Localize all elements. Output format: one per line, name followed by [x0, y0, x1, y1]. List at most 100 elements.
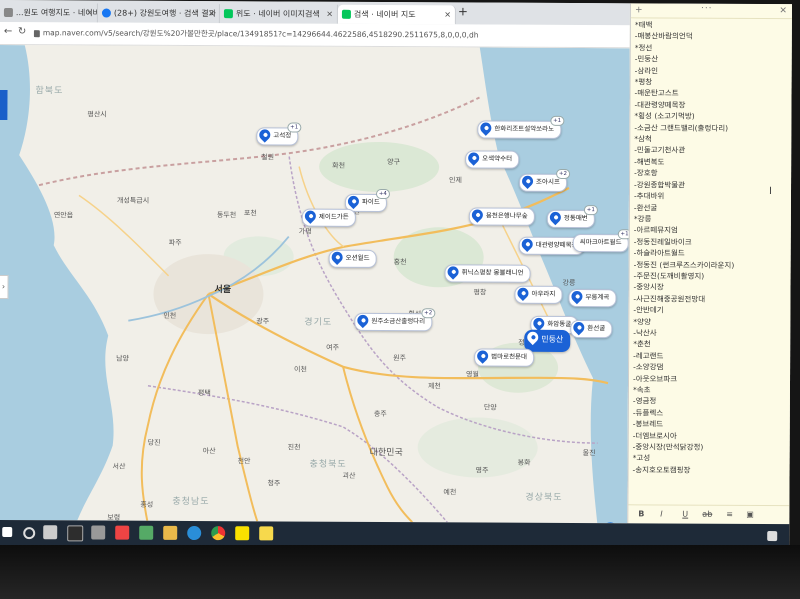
- map-label: 홍성: [140, 500, 154, 509]
- browser-tab-3[interactable]: 위도 · 네이버 이미지검색 ✕: [219, 4, 338, 24]
- location-pin-icon: [469, 207, 486, 223]
- note-line: -아르떼뮤지엄: [633, 225, 678, 235]
- pin-label: 조아시프: [536, 177, 560, 186]
- tab-close-icon[interactable]: ✕: [86, 3, 93, 22]
- map-pin-selected[interactable]: 민둥산: [524, 329, 571, 352]
- map-label: 울진: [582, 449, 596, 458]
- map-pin[interactable]: 정동매번 +1: [546, 205, 598, 229]
- map-pin[interactable]: 한화리조트설악쏘라노 +1: [477, 115, 565, 139]
- map-pin[interactable]: 오션월드: [328, 249, 377, 268]
- map-label: 원주: [393, 354, 407, 363]
- note-line: -장호항: [634, 168, 658, 178]
- note-line: -소금산 그랜드밸리(출렁다리): [634, 122, 729, 133]
- note-line: -정동진레일바이크: [633, 237, 692, 247]
- back-icon[interactable]: ←: [4, 26, 12, 37]
- location-pin-icon: [302, 208, 319, 224]
- note-line: -삼라인: [634, 65, 659, 76]
- map-pin[interactable]: 환선굴: [570, 319, 613, 339]
- more-options-icon[interactable]: ···: [701, 2, 713, 16]
- tab-close-icon[interactable]: ✕: [208, 4, 215, 23]
- map-label: 포천: [243, 209, 257, 218]
- map-label: 충주: [373, 409, 387, 419]
- map-label: 평택: [197, 389, 211, 398]
- map-pin[interactable]: 제이드가든: [301, 208, 356, 227]
- browser-tab-1[interactable]: ...원도 여행지도 · 네이버 이미지 ✕: [0, 2, 98, 23]
- file-explorer-icon[interactable]: [163, 525, 178, 540]
- url-field[interactable]: map.naver.com/v5/search/강원도%20가볼만한곳/plac…: [33, 26, 624, 43]
- map-label: 광주: [256, 317, 270, 326]
- app-icon[interactable]: [139, 525, 154, 540]
- tab-close-icon[interactable]: ✕: [326, 5, 333, 24]
- pin-label: 환선굴: [587, 324, 606, 333]
- app-icon[interactable]: [115, 525, 130, 540]
- location-pin-icon: [474, 348, 491, 364]
- map-label: 화천: [332, 161, 346, 170]
- map-label: 경상북도: [525, 492, 563, 503]
- add-note-icon[interactable]: +: [635, 3, 643, 17]
- new-tab-button[interactable]: +: [458, 4, 468, 18]
- panel-expand-button[interactable]: ›: [0, 274, 9, 300]
- note-line: *정선: [634, 43, 653, 53]
- kakaotalk-icon[interactable]: [235, 526, 250, 541]
- search-icon[interactable]: [23, 527, 36, 540]
- map-label: 철원: [261, 153, 275, 162]
- pin-label: 아우라지: [531, 289, 556, 298]
- map-pin[interactable]: 원주소금산출렁다리 +2: [354, 308, 436, 332]
- map-pin[interactable]: 무릉계곡: [568, 288, 617, 308]
- sticky-notes-icon[interactable]: [259, 526, 274, 541]
- location-pin-icon: [345, 193, 362, 210]
- location-pin-icon: [445, 264, 461, 280]
- map-label: 연안읍: [53, 211, 74, 220]
- tab-close-icon[interactable]: ✕: [444, 5, 451, 24]
- app-icon[interactable]: [91, 525, 106, 540]
- bold-button[interactable]: B: [638, 505, 644, 523]
- browser-tab-active[interactable]: 검색 · 네이버 지도 ✕: [337, 4, 456, 25]
- bullet-list-button[interactable]: ≡: [726, 506, 733, 524]
- map-label: 개성특급시: [116, 196, 150, 205]
- map-label: 남양: [116, 354, 130, 363]
- pin-label: 화암동굴: [547, 319, 572, 328]
- map-pin[interactable]: 고석정 +1: [256, 122, 302, 146]
- naver-map[interactable]: › 함북도 평산시 개성특급시 연안읍 철원 화천 양구 인제 동두천 포천 가…: [0, 44, 630, 524]
- note-line: -환선굴: [633, 202, 658, 212]
- note-line: -중앙시장: [633, 282, 664, 292]
- camera-icon[interactable]: [67, 525, 84, 542]
- map-label: 이천: [294, 365, 307, 374]
- pin-count-badge: +1: [583, 205, 598, 216]
- pin-label: 제이드가든: [318, 212, 349, 221]
- note-line: -송지호오토캠핑장: [632, 465, 691, 475]
- windows-start-icon[interactable]: [2, 527, 13, 538]
- map-pin[interactable]: 조아시프 +2: [519, 168, 571, 192]
- reload-icon[interactable]: ↻: [18, 26, 26, 37]
- map-label: 여주: [326, 343, 340, 352]
- map-pin[interactable]: 아우라지: [514, 285, 563, 304]
- notification-icon[interactable]: [767, 531, 778, 542]
- location-pin-icon: [465, 150, 482, 166]
- map-label: 단양: [483, 403, 497, 412]
- strikethrough-button[interactable]: ab: [702, 506, 712, 524]
- map-label: 강릉: [562, 278, 576, 288]
- edge-icon[interactable]: [187, 525, 202, 541]
- map-pin[interactable]: 휘닉스평창 몽블래니언: [444, 264, 531, 283]
- map-pin[interactable]: 씨마크아트월드 +1: [572, 229, 630, 253]
- pin-label: 오색약수터: [482, 154, 513, 163]
- close-icon[interactable]: ✕: [779, 4, 787, 18]
- sticky-note-window[interactable]: + ··· ✕ *태백 -매봉산바람의언덕 *정선 -민둥산 -삼라인 *평창 -매운탄고스…: [627, 2, 792, 525]
- italic-button[interactable]: I: [660, 505, 662, 523]
- location-pin-icon: [519, 173, 536, 190]
- map-label: 충청남도: [172, 496, 210, 508]
- map-pin[interactable]: 용천은행나무숲: [468, 207, 535, 226]
- map-side-panel-tab[interactable]: [0, 89, 8, 121]
- sticky-note-text[interactable]: *태백 -매봉산바람의언덕 *정선 -민둥산 -삼라인 *평창 -매운탄고스트 -대관령양떼목…: [632, 19, 785, 500]
- chrome-icon[interactable]: [211, 526, 226, 541]
- underline-button[interactable]: U: [682, 506, 688, 524]
- address-bar: ← ↻ map.naver.com/v5/search/강원도%20가볼만한곳/…: [0, 21, 630, 49]
- map-pin[interactable]: 범마로천문대: [474, 348, 535, 367]
- location-pin-icon: [569, 288, 585, 305]
- browser-tab-2[interactable]: (28+) 강원도여행 · 검색 결과 ✕: [97, 3, 220, 24]
- task-view-icon[interactable]: [43, 525, 58, 540]
- map-label: 서산: [112, 462, 126, 471]
- image-button[interactable]: ▣: [746, 506, 754, 524]
- map-label: 평창: [473, 288, 487, 297]
- map-pin[interactable]: 오색약수터: [465, 150, 520, 169]
